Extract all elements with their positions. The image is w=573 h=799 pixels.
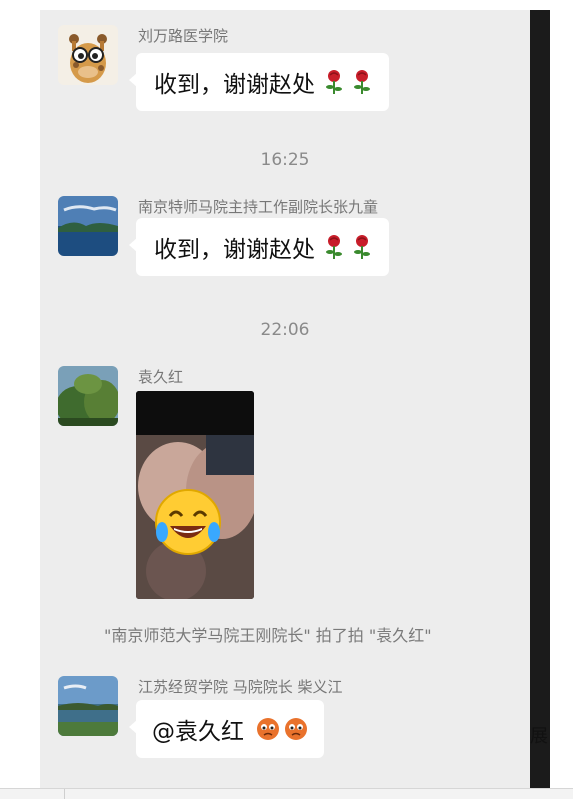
sender-name: 袁久红	[138, 368, 184, 386]
video-thumbnail[interactable]	[136, 391, 254, 599]
message-bubble[interactable]: 收到，谢谢赵处	[129, 218, 389, 276]
message-text: 收到，谢谢赵处	[154, 237, 315, 263]
island-landscape-avatar-icon[interactable]	[58, 196, 118, 256]
message-text: @袁久红	[152, 719, 244, 745]
sad-face-icon	[285, 718, 307, 740]
background-text-fragment: 展	[530, 726, 548, 747]
tears-of-joy-emoji-icon	[155, 489, 221, 555]
rose-icon	[326, 235, 342, 259]
sender-name: 南京特师马院主持工作副院长张九童	[138, 198, 379, 216]
sender-name: 江苏经贸学院 马院院长 柴义江	[138, 678, 343, 696]
bottom-scrollbar[interactable]	[0, 788, 573, 799]
giraffe-avatar-icon[interactable]	[58, 25, 118, 85]
lake-landscape-avatar-icon[interactable]	[58, 676, 118, 736]
background-window-edge	[530, 10, 550, 788]
pat-notification: "南京师范大学马院王刚院长" 拍了拍 "袁久红"	[104, 626, 432, 645]
timestamp: 16:25	[260, 150, 310, 170]
chat-window: 刘万路医学院 收到，谢谢赵处 16:25 南京特师马院主持工作副院长张九童 收到…	[40, 10, 530, 788]
rose-icon	[354, 70, 370, 94]
timestamp: 22:06	[260, 320, 310, 340]
rose-icon	[354, 235, 370, 259]
sad-face-icon	[257, 718, 279, 740]
sender-name: 刘万路医学院	[138, 27, 229, 45]
message-bubble[interactable]: @袁久红	[129, 700, 324, 758]
message-bubble[interactable]: 收到，谢谢赵处	[129, 53, 389, 111]
forest-avatar-icon[interactable]	[58, 366, 118, 426]
message-text: 收到，谢谢赵处	[154, 72, 315, 98]
rose-icon	[326, 70, 342, 94]
